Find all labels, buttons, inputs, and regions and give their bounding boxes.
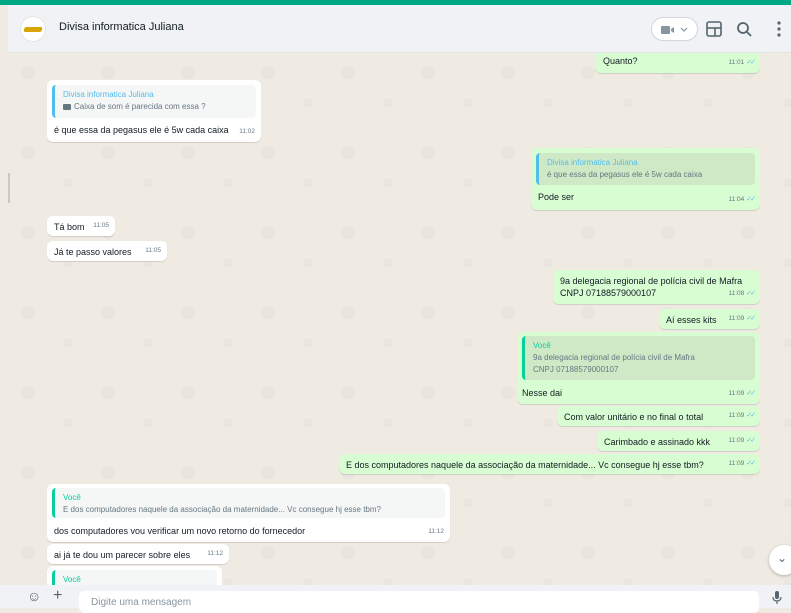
catalog-icon[interactable]: [703, 18, 725, 40]
message-text: Já te passo valores: [54, 247, 132, 257]
message-time: 11:12: [207, 550, 223, 557]
quote-author: Você: [533, 341, 551, 350]
message-time: 11:09 ✓✓: [728, 390, 756, 397]
quote-author: Você: [63, 493, 81, 502]
message-text: é que essa da pegasus ele é 5w cada caix…: [54, 125, 229, 135]
message-bubble-outgoing[interactable]: Carimbado e assinado kkk 11:09 ✓✓: [597, 431, 760, 451]
chat-area[interactable]: Quanto? 11:01 ✓✓ Divisa informatica Julia…: [8, 53, 791, 585]
quote-text: E dos computadores naquele da associação…: [63, 505, 381, 514]
message-time: 11:09 ✓✓: [728, 437, 756, 444]
contact-name[interactable]: Divisa informatica Juliana: [59, 21, 184, 33]
mic-icon[interactable]: [771, 591, 783, 605]
read-ticks-icon: ✓✓: [746, 59, 756, 66]
message-time: 11:01 ✓✓: [728, 59, 756, 66]
camera-icon: [63, 103, 71, 110]
quote-author: Divisa informatica Juliana: [547, 158, 638, 167]
video-call-button[interactable]: [651, 17, 698, 41]
emoji-icon[interactable]: ☺: [27, 589, 41, 603]
message-text: Tá bom: [54, 222, 85, 232]
message-bubble-outgoing[interactable]: 9a delegacia regional de polícia civil d…: [553, 270, 760, 304]
message-text: Pode ser: [538, 192, 575, 202]
read-ticks-icon: ✓✓: [746, 196, 756, 203]
message-bubble-incoming[interactable]: Já te passo valores 11:05: [47, 241, 167, 261]
message-time: 11:05: [93, 222, 109, 229]
quote-text-line2: CNPJ 07188579000107: [533, 365, 619, 374]
contact-avatar[interactable]: [20, 16, 46, 42]
message-time: 11:08 ✓✓: [728, 290, 756, 297]
message-time: 11:09 ✓✓: [728, 460, 756, 467]
composer-bar: ☺ + Digite uma mensagem: [0, 585, 791, 613]
message-bubble-outgoing[interactable]: Com valor unitário e no final o total 11…: [557, 406, 760, 426]
message-bubble-outgoing[interactable]: Divisa informatica Juliana é que essa da…: [531, 148, 760, 210]
menu-icon[interactable]: [768, 18, 790, 40]
message-time: 11:05: [145, 247, 161, 254]
quote-text: 9a delegacia regional de polícia civil d…: [533, 353, 695, 362]
message-text: 9a delegacia regional de polícia civil d…: [560, 276, 743, 286]
video-call-icon: [661, 26, 688, 34]
message-text: Carimbado e assinado kkk: [604, 437, 711, 447]
resize-handle: [8, 173, 10, 203]
message-time: 11:09 ✓✓: [728, 412, 756, 419]
message-input[interactable]: Digite uma mensagem: [79, 591, 759, 613]
plus-icon[interactable]: +: [53, 588, 62, 604]
message-time: 11:09 ✓✓: [728, 315, 756, 322]
message-text: Quanto?: [603, 56, 638, 66]
quote-text: Caixa de som é parecida com essa ?: [74, 102, 206, 111]
message-bubble-incoming[interactable]: Divisa informatica Juliana Caixa de som …: [47, 80, 261, 142]
message-bubble-outgoing[interactable]: Quanto? 11:01 ✓✓: [595, 53, 760, 73]
message-bubble-incoming[interactable]: Você E dos computadores naquele da assoc…: [47, 484, 450, 542]
message-text: E dos computadores naquele da associação…: [346, 460, 704, 470]
message-time: 11:04 ✓✓: [728, 196, 756, 203]
message-text: ai já te dou um parecer sobre eles: [54, 550, 191, 560]
quoted-message[interactable]: Divisa informatica Juliana Caixa de som …: [52, 85, 256, 118]
message-text-line2: CNPJ 07188579000107: [560, 288, 657, 298]
message-text: Nesse dai: [522, 388, 563, 398]
quoted-message[interactable]: Você E dos computadores naquele da assoc…: [52, 488, 445, 518]
chevron-down-icon: ⌄: [777, 551, 788, 565]
quoted-message[interactable]: Você: [52, 570, 217, 585]
read-ticks-icon: ✓✓: [746, 460, 756, 467]
chat-header[interactable]: Divisa informatica Juliana: [8, 5, 791, 53]
search-icon[interactable]: [733, 18, 755, 40]
message-bubble-outgoing[interactable]: E dos computadores naquele da associação…: [339, 454, 760, 474]
message-text: dos computadores vou verificar um novo r…: [54, 526, 306, 536]
quote-text: é que essa da pegasus ele é 5w cada caix…: [547, 170, 703, 179]
scroll-to-bottom-button[interactable]: ⌄: [769, 545, 791, 575]
quoted-message[interactable]: Você 9a delegacia regional de polícia ci…: [522, 336, 755, 380]
brand-logo: [23, 27, 43, 32]
read-ticks-icon: ✓✓: [746, 290, 756, 297]
read-ticks-icon: ✓✓: [746, 437, 756, 444]
message-time: 11:02: [239, 128, 255, 135]
message-text: Aí esses kits: [666, 315, 717, 325]
message-bubble-incoming[interactable]: Você: [47, 566, 222, 585]
read-ticks-icon: ✓✓: [746, 315, 756, 322]
message-bubble-outgoing[interactable]: Aí esses kits 11:09 ✓✓: [659, 309, 760, 329]
message-bubble-incoming[interactable]: Tá bom 11:05: [47, 216, 115, 236]
read-ticks-icon: ✓✓: [746, 390, 756, 397]
quote-author: Divisa informatica Juliana: [63, 90, 154, 99]
quoted-message[interactable]: Divisa informatica Juliana é que essa da…: [536, 153, 755, 185]
message-text: Com valor unitário e no final o total: [564, 412, 704, 422]
read-ticks-icon: ✓✓: [746, 412, 756, 419]
message-bubble-incoming[interactable]: ai já te dou um parecer sobre eles 11:12: [47, 544, 229, 564]
quote-author: Você: [63, 575, 81, 584]
message-bubble-outgoing[interactable]: Você 9a delegacia regional de polícia ci…: [517, 332, 760, 404]
message-time: 11:12: [428, 528, 444, 535]
